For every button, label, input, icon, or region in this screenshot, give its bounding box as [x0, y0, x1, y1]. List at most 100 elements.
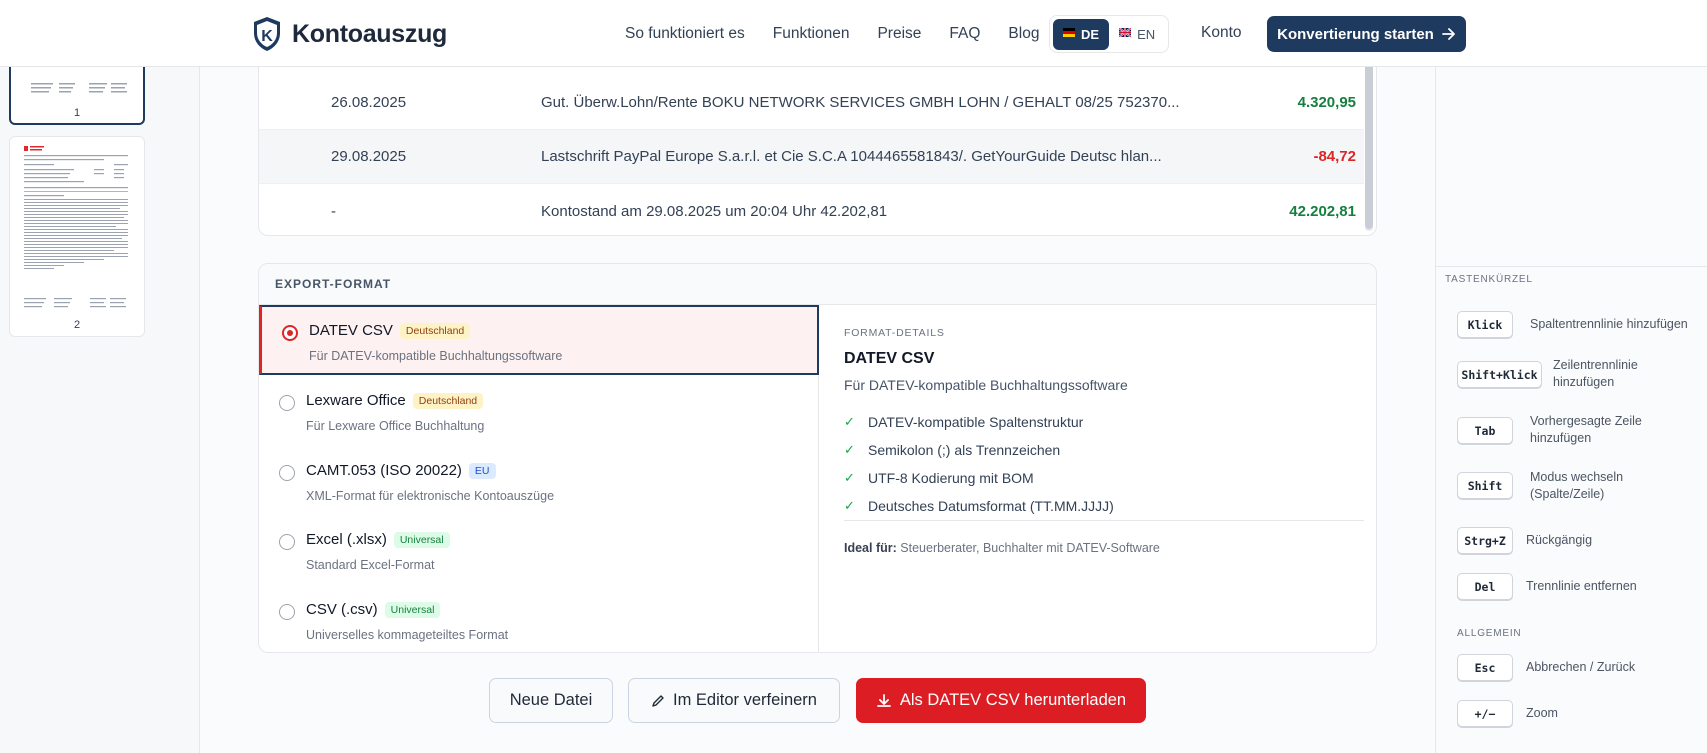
shortcut-key: Tab — [1457, 417, 1513, 444]
row-description: Lastschrift PayPal Europe S.a.r.l. et Ci… — [541, 148, 1162, 165]
feature-text: Deutsches Datumsformat (TT.MM.JJJJ) — [868, 498, 1114, 514]
page-number-2: 2 — [73, 319, 81, 331]
shortcut-key: Esc — [1457, 654, 1513, 681]
checkmark-icon: ✓ — [844, 498, 855, 513]
german-flag-icon — [1063, 28, 1075, 40]
shortcut-description: Abbrechen / Zurück — [1526, 660, 1636, 674]
scrollbar-thumb[interactable] — [1365, 61, 1373, 229]
format-details: FORMAT-DETAILS DATEV CSV Für DATEV-kompa… — [834, 305, 1364, 652]
new-file-label: Neue Datei — [509, 691, 593, 709]
format-option-excel[interactable]: Excel (.xlsx) Universal Standard Excel-F… — [259, 515, 819, 585]
row-date: 29.08.2025 — [331, 148, 407, 165]
new-file-button[interactable]: Neue Datei — [489, 678, 613, 723]
feature-item: ✓ DATEV-kompatible Spaltenstruktur — [844, 414, 1083, 430]
format-details-title: DATEV CSV — [844, 350, 935, 367]
feature-text: DATEV-kompatible Spaltenstruktur — [868, 414, 1084, 430]
shortcut-description: Vorhergesagte Zeile hinzufügen — [1530, 414, 1642, 445]
feature-item: ✓ UTF-8 Kodierung mit BOM — [844, 470, 1034, 486]
shortcut-description: Rückgängig — [1526, 533, 1593, 547]
nav-link-how[interactable]: So funktioniert es — [625, 25, 745, 43]
page-thumbnail-2[interactable]: 2 — [9, 136, 145, 337]
radio-unselected[interactable] — [279, 395, 295, 411]
feature-text: Semikolon (;) als Trennzeichen — [868, 442, 1061, 458]
page-thumbnail-1[interactable]: 1 — [9, 61, 145, 125]
shortcuts-heading: TASTENKÜRZEL — [1445, 274, 1533, 285]
option-title: Lexware Office — [306, 392, 406, 409]
nav-link-features[interactable]: Funktionen — [773, 25, 850, 43]
uk-flag-icon — [1118, 27, 1132, 40]
table-row[interactable]: - Kontostand am 29.08.2025 um 20:04 Uhr … — [259, 184, 1364, 235]
table-scrollbar[interactable] — [1365, 61, 1373, 231]
feature-item: ✓ Semikolon (;) als Trennzeichen — [844, 442, 1060, 458]
lang-en-button[interactable]: EN — [1109, 19, 1165, 50]
format-option-csv[interactable]: CSV (.csv) Universal Universelles kommag… — [259, 585, 819, 652]
shortcut-key: Strg+Z — [1457, 527, 1513, 554]
format-option-camt[interactable]: CAMT.053 (ISO 20022) EU XML-Format für e… — [259, 445, 819, 515]
nav-links: So funktioniert es Funktionen Preise FAQ… — [625, 0, 1067, 67]
brand-name: Kontoauszug — [292, 19, 448, 48]
table-row[interactable]: 26.08.2025 Gut. Überw.Lohn/Rente BOKU NE… — [259, 76, 1364, 130]
checkmark-icon: ✓ — [844, 442, 855, 457]
radio-unselected[interactable] — [279, 604, 295, 620]
region-badge: Universal — [384, 601, 441, 618]
ideal-for-label: Ideal für: — [844, 541, 897, 555]
arrow-right-icon — [1441, 28, 1455, 40]
option-title: CAMT.053 (ISO 20022) — [306, 462, 462, 479]
radio-unselected[interactable] — [279, 465, 295, 481]
page-preview-image — [24, 146, 128, 308]
option-subtitle: Für Lexware Office Buchhaltung — [306, 419, 485, 433]
row-amount: 4.320,95 — [1297, 94, 1356, 111]
feature-text: UTF-8 Kodierung mit BOM — [868, 470, 1034, 486]
format-details-label: FORMAT-DETAILS — [844, 327, 945, 339]
feature-item: ✓ Deutsches Datumsformat (TT.MM.JJJJ) — [844, 498, 1114, 514]
lang-en-label: EN — [1137, 26, 1156, 42]
refine-in-editor-button[interactable]: Im Editor verfeinern — [628, 678, 840, 723]
row-description: Gut. Überw.Lohn/Rente BOKU NETWORK SERVI… — [541, 94, 1180, 111]
shortcut-description: Trennlinie entfernen — [1526, 579, 1637, 593]
nav-link-blog[interactable]: Blog — [1008, 25, 1039, 43]
export-format-card: EXPORT-FORMAT DATEV CSV Deutschland Für … — [258, 263, 1377, 653]
row-amount: -84,72 — [1313, 148, 1356, 165]
download-label: Als DATEV CSV herunterladen — [899, 691, 1127, 709]
shortcut-key: +/− — [1457, 700, 1513, 727]
region-badge: Deutschland — [412, 392, 484, 409]
format-option-datev[interactable]: DATEV CSV Deutschland Für DATEV-kompatib… — [259, 305, 819, 375]
nav-link-faq[interactable]: FAQ — [949, 25, 980, 43]
nav-link-pricing[interactable]: Preise — [877, 25, 921, 43]
shortcut-key: Shift — [1457, 472, 1513, 499]
shortcuts-panel: TASTENKÜRZEL Klick Spaltentrennlinie hin… — [1435, 67, 1707, 753]
option-title: CSV (.csv) — [306, 601, 378, 618]
details-divider — [844, 520, 1364, 521]
format-details-description: Für DATEV-kompatible Buchhaltungssoftwar… — [844, 377, 1128, 393]
option-title: Excel (.xlsx) — [306, 531, 387, 548]
ideal-for-value: Steuerberater, Buchhalter mit DATEV-Soft… — [900, 541, 1160, 555]
option-subtitle: XML-Format für elektronische Kontoauszüg… — [306, 489, 555, 503]
download-button[interactable]: Als DATEV CSV herunterladen — [856, 678, 1146, 723]
brand[interactable]: K Kontoauszug — [252, 16, 447, 52]
checkmark-icon: ✓ — [844, 414, 855, 429]
pencil-icon — [652, 694, 664, 707]
table-row[interactable]: 29.08.2025 Lastschrift PayPal Europe S.a… — [259, 130, 1364, 184]
format-option-list: DATEV CSV Deutschland Für DATEV-kompatib… — [259, 305, 819, 652]
option-subtitle: Für DATEV-kompatible Buchhaltungssoftwar… — [309, 349, 563, 363]
format-option-lexware[interactable]: Lexware Office Deutschland Für Lexware O… — [259, 375, 819, 445]
ideal-for: Ideal für: Steuerberater, Buchhalter mit… — [844, 541, 1160, 555]
shortcut-key: Shift+Klick — [1457, 361, 1542, 388]
option-subtitle: Universelles kommageteiltes Format — [306, 628, 509, 642]
shortcut-description: Modus wechseln (Spalte/Zeile) — [1530, 470, 1624, 501]
radio-unselected[interactable] — [279, 534, 295, 550]
row-description: Kontostand am 29.08.2025 um 20:04 Uhr 42… — [541, 202, 888, 220]
row-amount: 42.202,81 — [1289, 202, 1356, 220]
row-date: - — [331, 202, 336, 220]
page-preview-image — [31, 83, 127, 93]
start-conversion-label: Konvertierung starten — [1277, 25, 1434, 43]
radio-selected[interactable] — [282, 325, 298, 341]
shortcut-key: Klick — [1457, 311, 1513, 338]
refine-in-editor-label: Im Editor verfeinern — [673, 691, 817, 709]
region-badge: Universal — [393, 531, 450, 548]
lang-de-button[interactable]: DE — [1053, 18, 1110, 50]
start-conversion-button[interactable]: Konvertierung starten — [1267, 16, 1466, 52]
account-link[interactable]: Konto — [1201, 24, 1242, 42]
shield-logo-icon: K — [254, 17, 280, 51]
checkmark-icon: ✓ — [844, 470, 855, 485]
